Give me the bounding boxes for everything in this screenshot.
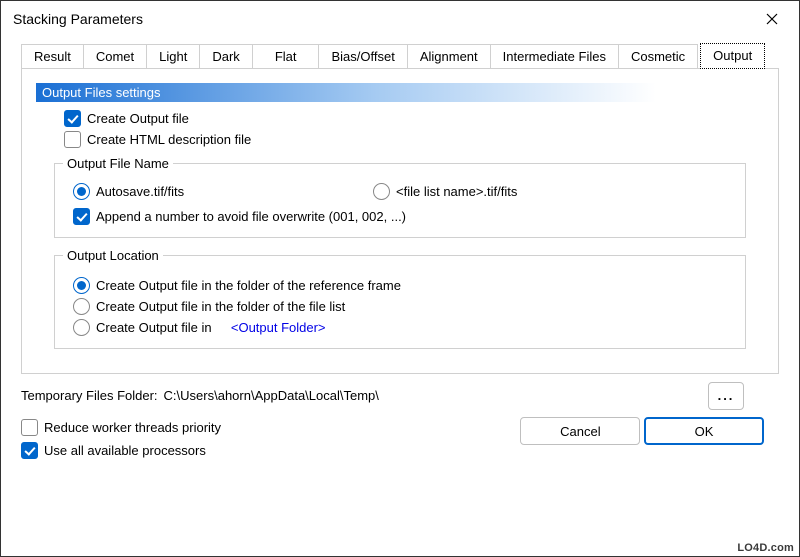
tab-bias-offset[interactable]: Bias/Offset	[318, 44, 407, 68]
location-ref-radio[interactable]	[73, 277, 90, 294]
output-filename-group: Output File Name Autosave.tif/fits <file…	[54, 156, 746, 238]
create-output-checkbox[interactable]	[64, 110, 81, 127]
autosave-label: Autosave.tif/fits	[96, 184, 184, 199]
tab-intermediate-files[interactable]: Intermediate Files	[490, 44, 619, 68]
tab-panel-output: Output Files settings Create Output file…	[21, 69, 779, 374]
close-button[interactable]	[751, 9, 793, 29]
tab-result[interactable]: Result	[21, 44, 84, 68]
create-output-label: Create Output file	[87, 111, 189, 126]
browse-temp-button[interactable]: ...	[708, 382, 744, 410]
tab-output[interactable]: Output	[700, 43, 765, 69]
output-folder-link[interactable]: <Output Folder>	[231, 320, 326, 335]
reduce-priority-label: Reduce worker threads priority	[44, 420, 221, 435]
tab-cosmetic[interactable]: Cosmetic	[618, 44, 698, 68]
use-all-procs-label: Use all available processors	[44, 443, 206, 458]
append-number-checkbox[interactable]	[73, 208, 90, 225]
tab-bar: Result Comet Light Dark Flat Bias/Offset…	[21, 43, 779, 69]
temp-folder-label: Temporary Files Folder:	[21, 388, 158, 403]
temp-folder-path: C:\Users\ahorn\AppData\Local\Temp\	[164, 388, 379, 403]
cancel-button[interactable]: Cancel	[520, 417, 640, 445]
output-filename-legend: Output File Name	[63, 156, 173, 171]
tab-flat[interactable]: Flat	[252, 44, 320, 68]
window-title: Stacking Parameters	[13, 11, 143, 27]
ok-button[interactable]: OK	[644, 417, 764, 445]
output-location-group: Output Location Create Output file in th…	[54, 248, 746, 349]
location-custom-label: Create Output file in	[96, 320, 212, 335]
output-location-legend: Output Location	[63, 248, 163, 263]
listname-radio[interactable]	[373, 183, 390, 200]
autosave-radio[interactable]	[73, 183, 90, 200]
tab-dark[interactable]: Dark	[199, 44, 252, 68]
watermark: LO4D.com	[737, 542, 794, 554]
close-icon	[766, 13, 778, 25]
tab-comet[interactable]: Comet	[83, 44, 147, 68]
create-html-label: Create HTML description file	[87, 132, 251, 147]
location-ref-label: Create Output file in the folder of the …	[96, 278, 401, 293]
section-header: Output Files settings	[36, 83, 656, 102]
location-list-label: Create Output file in the folder of the …	[96, 299, 345, 314]
location-custom-radio[interactable]	[73, 319, 90, 336]
create-html-checkbox[interactable]	[64, 131, 81, 148]
listname-label: <file list name>.tif/fits	[396, 184, 517, 199]
use-all-procs-checkbox[interactable]	[21, 442, 38, 459]
tab-light[interactable]: Light	[146, 44, 200, 68]
append-number-label: Append a number to avoid file overwrite …	[96, 209, 406, 224]
reduce-priority-checkbox[interactable]	[21, 419, 38, 436]
tab-alignment[interactable]: Alignment	[407, 44, 491, 68]
location-list-radio[interactable]	[73, 298, 90, 315]
